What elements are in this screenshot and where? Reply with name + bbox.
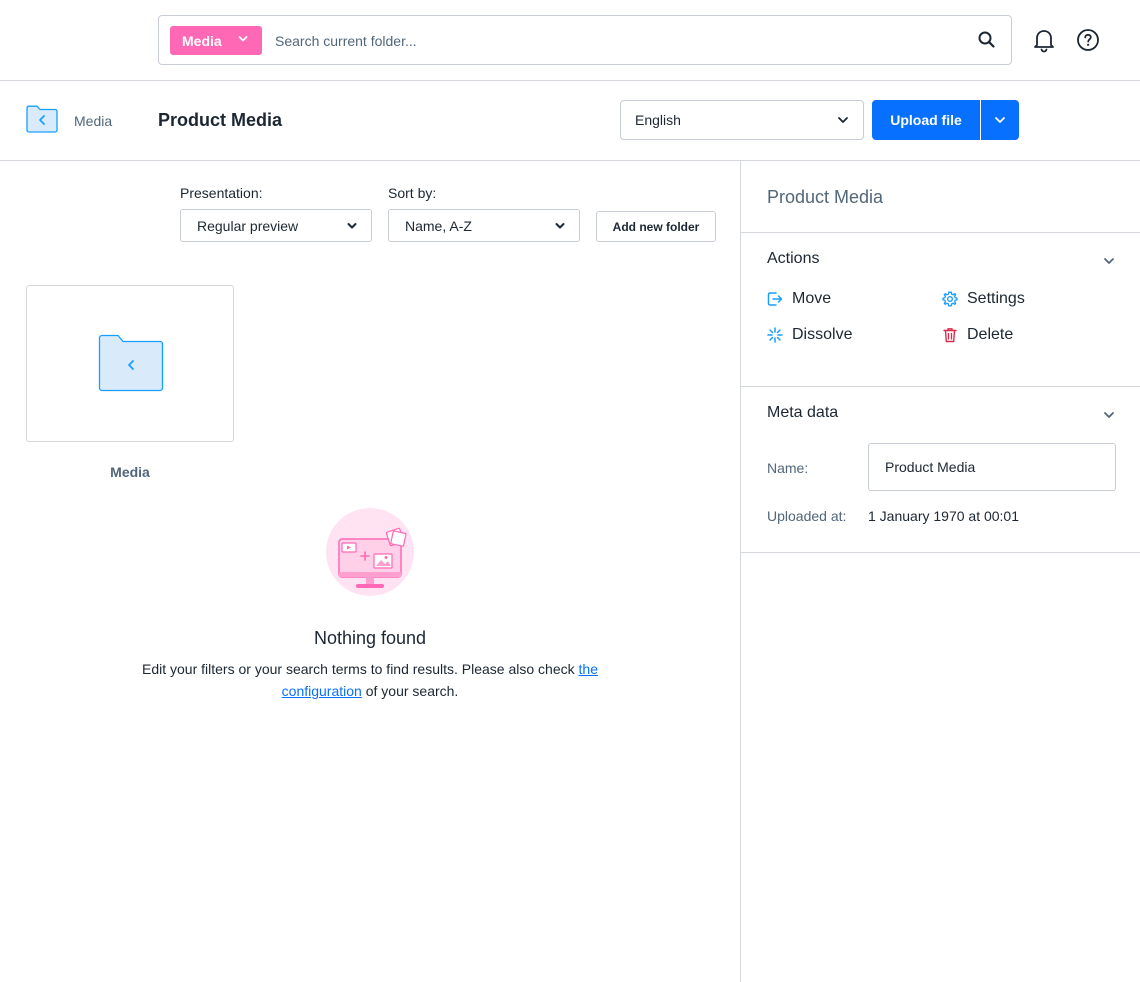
search-type-label: Media bbox=[182, 32, 222, 49]
uploaded-at-value: 1 January 1970 at 00:01 bbox=[868, 508, 1020, 524]
empty-state-text-before: Edit your filters or your search terms t… bbox=[142, 661, 579, 677]
name-field[interactable] bbox=[868, 443, 1116, 491]
sort-label: Sort by: bbox=[388, 185, 437, 201]
top-bar: Media bbox=[0, 0, 1140, 81]
presentation-value: Regular preview bbox=[197, 217, 299, 234]
breadcrumb-parent[interactable]: Media bbox=[74, 113, 112, 129]
empty-state-text: Edit your filters or your search terms t… bbox=[120, 658, 620, 702]
divider bbox=[741, 386, 1140, 387]
language-select[interactable]: English bbox=[620, 100, 864, 140]
empty-state-illustration bbox=[326, 508, 414, 596]
chevron-down-icon bbox=[838, 117, 848, 123]
empty-state-text-after: of your search. bbox=[361, 683, 459, 699]
search-type-dropdown[interactable]: Media bbox=[170, 26, 262, 55]
presentation-select[interactable]: Regular preview bbox=[180, 209, 372, 242]
page-header: Media Product Media English Upload file bbox=[0, 81, 1140, 161]
uploaded-at-label: Uploaded at: bbox=[767, 508, 847, 524]
media-content: Presentation: Regular preview Sort by: N… bbox=[0, 161, 740, 982]
gear-icon bbox=[942, 291, 958, 307]
chevron-down-icon bbox=[995, 117, 1005, 123]
dissolve-action[interactable]: Dissolve bbox=[767, 326, 852, 344]
settings-label: Settings bbox=[967, 290, 1025, 307]
meta-data-section-title[interactable]: Meta data bbox=[767, 404, 838, 422]
help-icon bbox=[1077, 29, 1099, 51]
folder-back-icon[interactable] bbox=[26, 105, 58, 133]
sort-select[interactable]: Name, A-Z bbox=[388, 209, 580, 242]
folder-card[interactable] bbox=[26, 285, 234, 442]
divider bbox=[741, 232, 1140, 233]
bell-icon bbox=[1034, 30, 1054, 53]
divider bbox=[741, 552, 1140, 553]
presentation-label: Presentation: bbox=[180, 185, 263, 201]
dissolve-label: Dissolve bbox=[792, 326, 853, 343]
search-input[interactable] bbox=[275, 26, 965, 55]
folder-back-icon bbox=[98, 334, 164, 392]
move-icon bbox=[767, 291, 783, 307]
sidebar-title: Product Media bbox=[767, 187, 884, 207]
caret-down-icon bbox=[555, 223, 565, 229]
delete-action[interactable]: Delete bbox=[942, 326, 1013, 344]
folder-name[interactable]: Media bbox=[26, 464, 234, 480]
name-label: Name: bbox=[767, 460, 809, 476]
page-title: Product Media bbox=[158, 110, 283, 130]
empty-state-title: Nothing found bbox=[313, 628, 427, 648]
notifications-button[interactable] bbox=[1031, 27, 1057, 53]
upload-file-button[interactable]: Upload file bbox=[872, 100, 980, 140]
chevron-down-icon bbox=[238, 36, 248, 42]
delete-label: Delete bbox=[967, 326, 1014, 343]
caret-down-icon bbox=[347, 223, 357, 229]
search-bar: Media bbox=[158, 15, 1012, 65]
move-action[interactable]: Move bbox=[767, 290, 831, 308]
trash-icon bbox=[942, 327, 958, 343]
sort-value: Name, A-Z bbox=[405, 217, 472, 234]
help-button[interactable] bbox=[1075, 27, 1101, 53]
chevron-down-icon[interactable] bbox=[1103, 409, 1115, 421]
upload-options-toggle[interactable] bbox=[981, 100, 1019, 140]
actions-section-title[interactable]: Actions bbox=[767, 250, 819, 268]
search-icon[interactable] bbox=[977, 30, 997, 50]
language-value: English bbox=[635, 112, 681, 128]
settings-action[interactable]: Settings bbox=[942, 290, 1025, 308]
folder-sidebar: Product Media Actions Move Settings Diss… bbox=[740, 161, 1140, 982]
move-label: Move bbox=[792, 290, 832, 307]
add-new-folder-button[interactable]: Add new folder bbox=[596, 211, 716, 242]
chevron-down-icon[interactable] bbox=[1103, 255, 1115, 267]
dissolve-icon bbox=[767, 327, 783, 343]
add-new-folder-label: Add new folder bbox=[612, 219, 700, 234]
upload-file-label: Upload file bbox=[890, 112, 962, 128]
